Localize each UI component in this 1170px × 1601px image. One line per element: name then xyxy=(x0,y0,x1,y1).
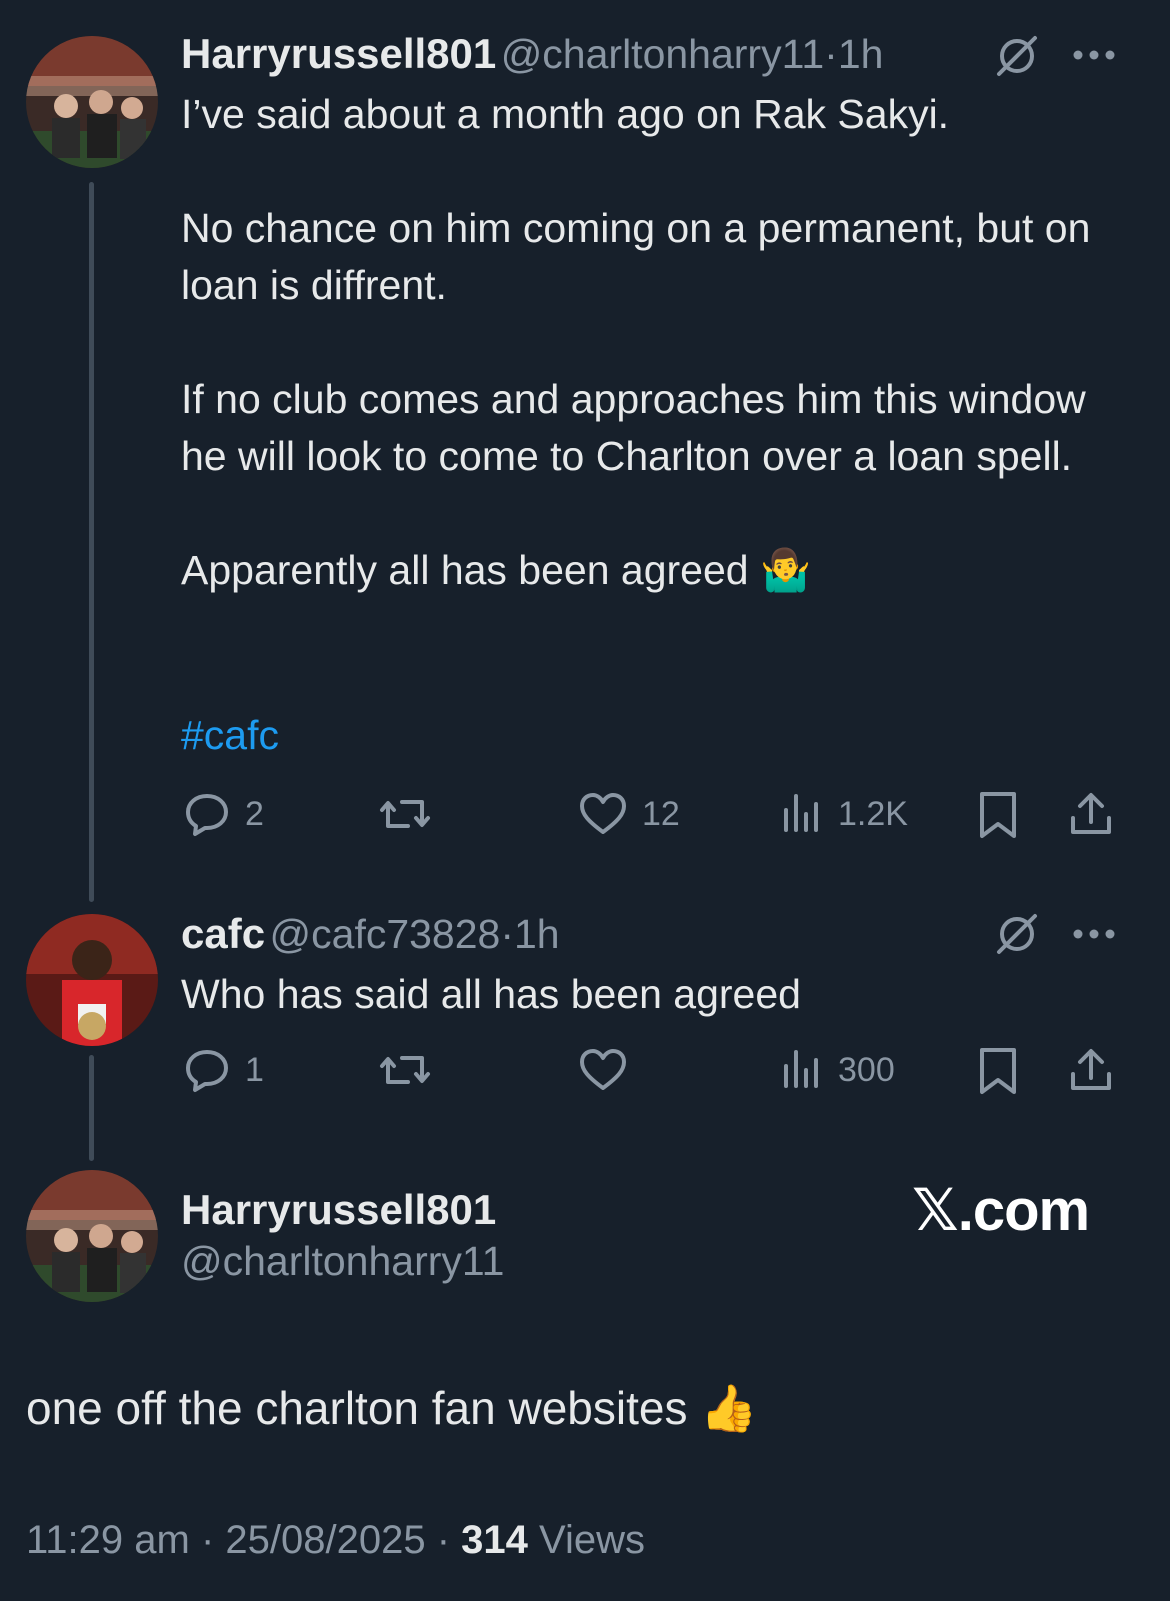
display-name[interactable]: cafc xyxy=(181,910,265,957)
reply-icon xyxy=(186,1050,228,1092)
reply-icon xyxy=(186,794,228,836)
repost-button[interactable] xyxy=(378,790,446,838)
share-icon xyxy=(1071,793,1111,834)
avatar[interactable] xyxy=(26,36,158,168)
timestamp[interactable]: 1h xyxy=(514,911,560,957)
reply-count: 1 xyxy=(245,1050,264,1089)
tweet-text: I’ve said about a month ago on Rak Sakyi… xyxy=(181,91,1091,593)
grok-icon[interactable] xyxy=(993,32,1041,85)
timestamp[interactable]: 11:29 am xyxy=(26,1518,190,1562)
thread-line xyxy=(89,182,94,902)
more-icon[interactable] xyxy=(1072,927,1116,946)
share-button[interactable] xyxy=(1068,790,1114,838)
views-count: 1.2K xyxy=(838,794,908,833)
hashtag-link[interactable]: #cafc xyxy=(181,712,279,759)
views-label: Views xyxy=(539,1518,646,1562)
separator: · xyxy=(824,31,838,77)
views-icon xyxy=(784,1050,818,1088)
grok-icon[interactable] xyxy=(993,910,1041,963)
like-count: 12 xyxy=(642,794,680,833)
bookmark-button[interactable] xyxy=(976,1046,1020,1096)
avatar[interactable] xyxy=(26,1170,158,1302)
handle[interactable]: @charltonharry11 xyxy=(501,31,824,77)
date[interactable]: 25/08/2025 xyxy=(225,1518,425,1562)
reply-button[interactable]: 1 xyxy=(183,1046,264,1094)
views-button[interactable]: 1.2K xyxy=(780,790,908,838)
reply-count: 2 xyxy=(245,794,264,833)
views-count: 300 xyxy=(838,1050,895,1089)
thread-line xyxy=(89,1055,94,1161)
bookmark-icon xyxy=(980,792,1016,838)
like-button[interactable] xyxy=(578,1046,642,1094)
share-icon xyxy=(1071,1049,1111,1090)
share-button[interactable] xyxy=(1068,1046,1114,1094)
heart-icon xyxy=(580,793,626,834)
repost-icon xyxy=(380,800,430,828)
tweet-text: one off the charlton fan websites 👍 xyxy=(26,1382,758,1434)
timestamp[interactable]: 1h xyxy=(838,31,884,77)
display-name[interactable]: Harryrussell801 xyxy=(181,1186,496,1234)
repost-icon xyxy=(380,1056,430,1084)
views-button[interactable]: 300 xyxy=(780,1046,895,1094)
separator: · xyxy=(500,911,514,957)
views-icon xyxy=(784,794,818,832)
separator: · xyxy=(436,1518,451,1562)
handle[interactable]: @charltonharry11 xyxy=(181,1238,504,1285)
x-logo: 𝕏.com xyxy=(912,1178,1090,1243)
repost-button[interactable] xyxy=(378,1046,446,1094)
display-name[interactable]: Harryrussell801 xyxy=(181,30,496,77)
bookmark-button[interactable] xyxy=(976,790,1020,840)
views-count: 314 xyxy=(461,1518,528,1562)
reply-button[interactable]: 2 xyxy=(183,790,264,838)
tweet-text: Who has said all has been agreed xyxy=(181,971,801,1017)
heart-icon xyxy=(580,1049,626,1090)
separator: · xyxy=(200,1518,215,1562)
like-button[interactable]: 12 xyxy=(578,790,680,838)
handle[interactable]: @cafc73828 xyxy=(270,911,501,957)
avatar[interactable] xyxy=(26,914,158,1046)
bookmark-icon xyxy=(980,1048,1016,1094)
more-icon[interactable] xyxy=(1072,48,1116,67)
